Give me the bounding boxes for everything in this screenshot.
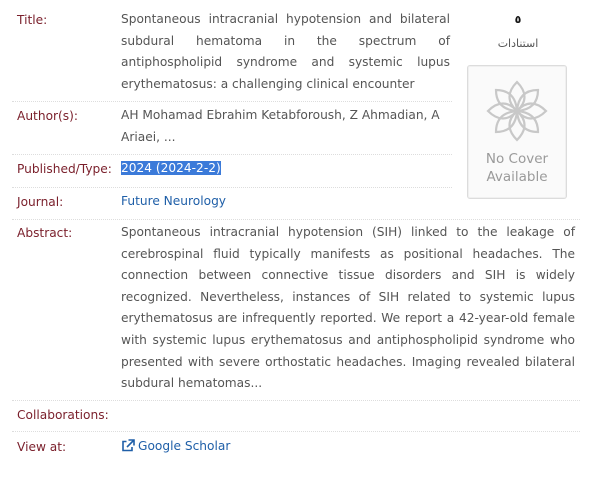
divider xyxy=(12,400,580,401)
divider xyxy=(12,431,580,432)
no-cover-text: No Cover Available xyxy=(485,151,549,185)
published-value[interactable]: 2024 (2024-2-2) xyxy=(121,161,221,175)
google-scholar-link[interactable]: Google Scholar xyxy=(121,439,230,453)
google-scholar-label: Google Scholar xyxy=(138,439,231,453)
view-at-label: View at: xyxy=(17,440,67,454)
title-label: Title: xyxy=(17,13,48,27)
record-published: 2024 (2024-2-2) xyxy=(121,158,221,180)
abstract-label: Abstract: xyxy=(17,226,73,240)
record-authors: AH Mohamad Ebrahim Ketabforoush, Z Ahmad… xyxy=(121,108,440,144)
authors-label: Author(s): xyxy=(17,109,78,123)
record-abstract: Spontaneous intracranial hypotension (SI… xyxy=(121,225,575,391)
citation-label: استنادات xyxy=(497,37,539,50)
record-view-at: Google Scholar xyxy=(121,436,230,458)
external-link-icon xyxy=(122,439,135,452)
record-title: Spontaneous intracranial hypotension and… xyxy=(121,12,450,91)
citation-count: ٥ xyxy=(514,13,522,26)
divider xyxy=(12,101,452,102)
record-journal: Future Neurology xyxy=(121,191,226,213)
divider xyxy=(12,154,452,155)
flower-ornament-icon xyxy=(486,80,548,142)
published-label: Published/Type: xyxy=(17,162,112,176)
journal-link[interactable]: Future Neurology xyxy=(121,194,226,208)
divider xyxy=(12,219,580,220)
cover-placeholder: No Cover Available xyxy=(467,65,567,199)
collaborations-label: Collaborations: xyxy=(17,408,109,422)
journal-label: Journal: xyxy=(17,195,64,209)
divider xyxy=(12,187,452,188)
